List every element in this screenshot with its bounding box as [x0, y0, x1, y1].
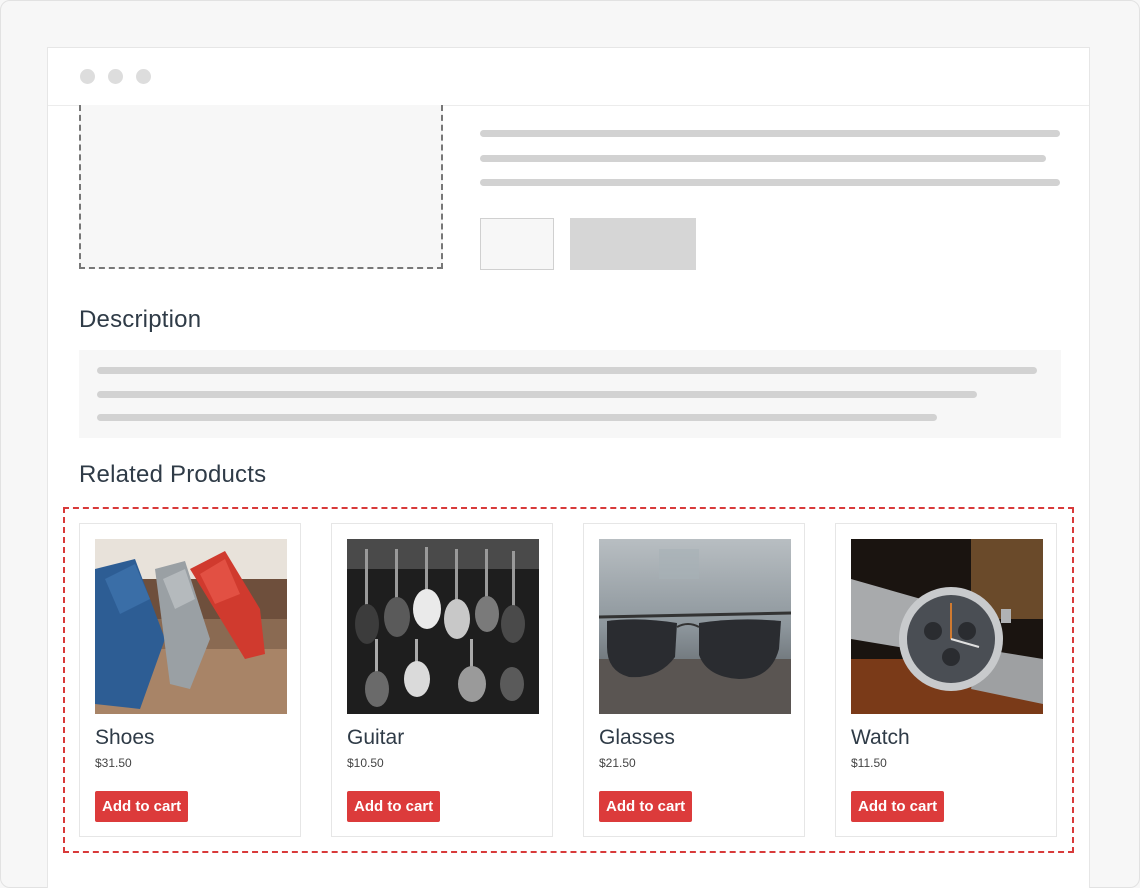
- product-title-placeholder-line: [480, 130, 1060, 137]
- shoes-photo-icon[interactable]: [95, 539, 287, 714]
- sunglasses-photo-icon[interactable]: [599, 539, 791, 714]
- description-heading: Description: [79, 306, 202, 333]
- window-dot-icon[interactable]: [80, 69, 95, 84]
- description-box: [79, 350, 1061, 438]
- product-price: $31.50: [95, 756, 132, 770]
- window-dot-icon[interactable]: [136, 69, 151, 84]
- product-card[interactable]: Watch $11.50 Add to cart: [835, 523, 1057, 837]
- add-to-cart-placeholder-button[interactable]: [570, 218, 696, 270]
- window-titlebar: [48, 48, 1089, 106]
- product-card[interactable]: Glasses $21.50 Add to cart: [583, 523, 805, 837]
- product-name[interactable]: Watch: [851, 726, 910, 750]
- product-image-placeholder: [79, 105, 443, 269]
- window-dot-icon[interactable]: [108, 69, 123, 84]
- product-price: $11.50: [851, 756, 887, 770]
- related-products-heading: Related Products: [79, 461, 267, 488]
- product-card[interactable]: Guitar $10.50 Add to cart: [331, 523, 553, 837]
- description-placeholder-line: [97, 367, 1037, 374]
- quantity-input-placeholder[interactable]: [480, 218, 554, 270]
- add-to-cart-button[interactable]: Add to cart: [599, 791, 693, 822]
- description-placeholder-line: [97, 414, 937, 421]
- add-to-cart-button[interactable]: Add to cart: [95, 791, 189, 822]
- browser-window: Description Related Products Shoes $31.5…: [47, 47, 1090, 888]
- watch-photo-icon[interactable]: [851, 539, 1043, 714]
- guitars-photo-icon[interactable]: [347, 539, 539, 714]
- product-name[interactable]: Guitar: [347, 726, 404, 750]
- product-name[interactable]: Glasses: [599, 726, 675, 750]
- description-placeholder-line: [97, 391, 977, 398]
- product-text-placeholder-line: [480, 155, 1046, 162]
- product-price: $21.50: [599, 756, 636, 770]
- product-name[interactable]: Shoes: [95, 726, 155, 750]
- add-to-cart-button[interactable]: Add to cart: [851, 791, 945, 822]
- product-card[interactable]: Shoes $31.50 Add to cart: [79, 523, 301, 837]
- product-price: $10.50: [347, 756, 384, 770]
- product-text-placeholder-line: [480, 179, 1060, 186]
- add-to-cart-button[interactable]: Add to cart: [347, 791, 441, 822]
